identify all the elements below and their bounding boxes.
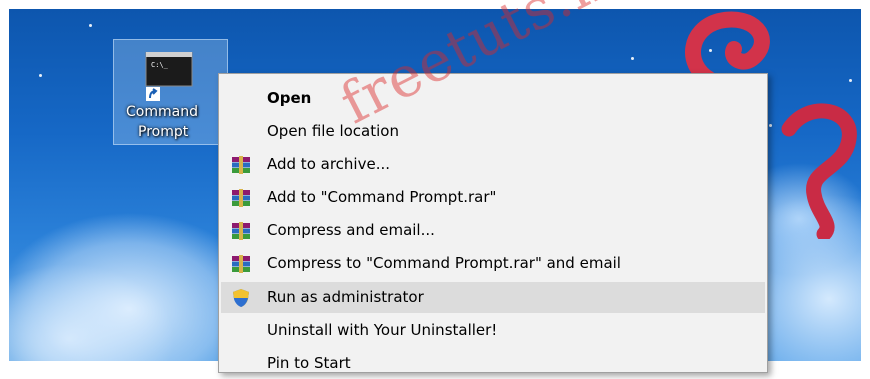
menu-item-label: Run as administrator [267, 288, 424, 306]
menu-item-open[interactable]: Open [219, 83, 767, 114]
uac-shield-icon [233, 289, 249, 307]
menu-item-compress-to-rar-and-email[interactable]: Compress to "Command Prompt.rar" and ema… [219, 248, 767, 279]
menu-item-compress-and-email[interactable]: Compress and email... [219, 215, 767, 246]
red-swirl-decoration-2 [781, 103, 857, 239]
command-prompt-icon: C:\_ [145, 52, 193, 87]
menu-item-label: Add to archive... [267, 155, 390, 173]
shortcut-label: Command Prompt [126, 104, 198, 140]
menu-item-open-file-location[interactable]: Open file location [219, 116, 767, 147]
menu-item-label: Compress to "Command Prompt.rar" and ema… [267, 254, 621, 272]
menu-item-pin-to-start[interactable]: Pin to Start [219, 348, 767, 379]
context-menu: Open Open file location Add to archive..… [218, 73, 768, 373]
command-prompt-shortcut[interactable]: C:\_ Command Prompt [113, 39, 228, 145]
menu-item-label: Compress and email... [267, 221, 435, 239]
menu-item-label: Open file location [267, 122, 399, 140]
winrar-icon [232, 189, 250, 207]
menu-item-add-to-archive[interactable]: Add to archive... [219, 149, 767, 180]
winrar-icon [232, 255, 250, 273]
winrar-icon [232, 222, 250, 240]
menu-item-label: Open [267, 89, 312, 107]
menu-item-label: Add to "Command Prompt.rar" [267, 188, 497, 206]
menu-item-label: Pin to Start [267, 354, 351, 372]
menu-item-add-to-rar[interactable]: Add to "Command Prompt.rar" [219, 182, 767, 213]
shortcut-arrow-icon [146, 87, 160, 101]
menu-item-run-as-administrator[interactable]: Run as administrator [221, 282, 765, 313]
menu-item-uninstall-with-your-uninstaller[interactable]: Uninstall with Your Uninstaller! [219, 315, 767, 346]
winrar-icon [232, 156, 250, 174]
menu-item-label: Uninstall with Your Uninstaller! [267, 321, 498, 339]
svg-text:C:\_: C:\_ [151, 61, 169, 69]
